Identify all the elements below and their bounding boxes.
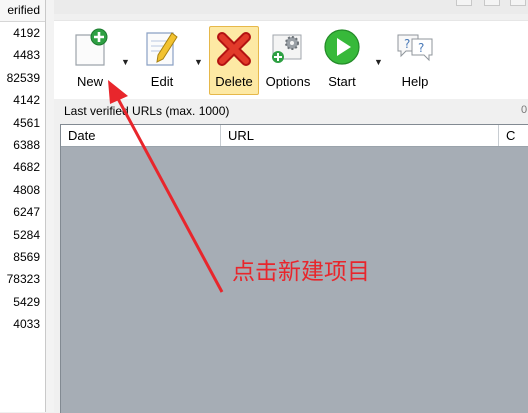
annotation-text: 点击新建项目 [232,259,370,285]
annotation-arrow [108,80,224,293]
